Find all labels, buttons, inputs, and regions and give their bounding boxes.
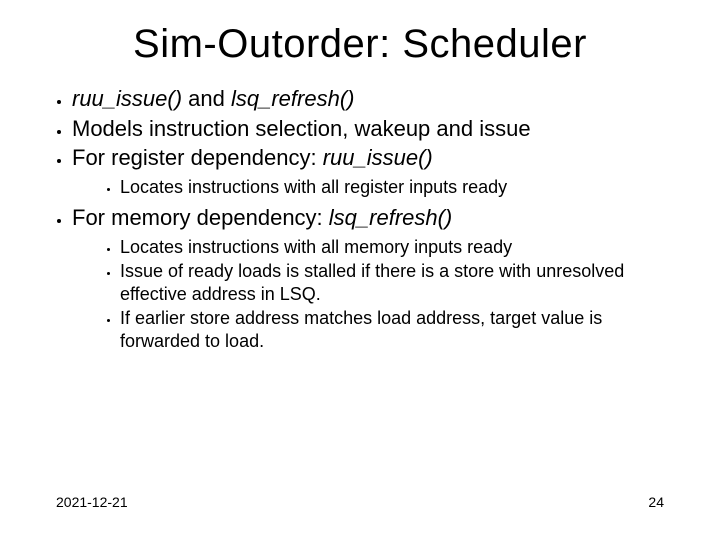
bullet-3: For register dependency: ruu_issue() Loc… bbox=[72, 144, 676, 198]
bullet-2: Models instruction selection, wakeup and… bbox=[72, 115, 676, 143]
bullet-1-func2: lsq_refresh() bbox=[231, 86, 354, 111]
bullet-4-sub1: Locates instructions with all memory inp… bbox=[120, 236, 676, 259]
bullet-1: ruu_issue() and lsq_refresh() bbox=[72, 85, 676, 113]
slide: Sim-Outorder: Scheduler ruu_issue() and … bbox=[0, 0, 720, 540]
bullet-3-sublist: Locates instructions with all register i… bbox=[72, 176, 676, 199]
bullet-3-func: ruu_issue() bbox=[323, 145, 433, 170]
bullet-list: ruu_issue() and lsq_refresh() Models ins… bbox=[44, 85, 676, 352]
bullet-4-func: lsq_refresh() bbox=[329, 205, 452, 230]
bullet-4-text: For memory dependency: bbox=[72, 205, 329, 230]
slide-title: Sim-Outorder: Scheduler bbox=[0, 0, 720, 85]
bullet-4-sub2: Issue of ready loads is stalled if there… bbox=[120, 260, 676, 305]
bullet-3-sub1: Locates instructions with all register i… bbox=[120, 176, 676, 199]
bullet-4: For memory dependency: lsq_refresh() Loc… bbox=[72, 204, 676, 352]
bullet-3-text: For register dependency: bbox=[72, 145, 323, 170]
bullet-1-func1: ruu_issue() bbox=[72, 86, 182, 111]
bullet-4-sub3: If earlier store address matches load ad… bbox=[120, 307, 676, 352]
footer-date: 2021-12-21 bbox=[56, 494, 128, 510]
slide-content: ruu_issue() and lsq_refresh() Models ins… bbox=[0, 85, 720, 352]
bullet-1-and: and bbox=[182, 86, 231, 111]
footer-page: 24 bbox=[648, 494, 664, 510]
bullet-4-sublist: Locates instructions with all memory inp… bbox=[72, 236, 676, 353]
